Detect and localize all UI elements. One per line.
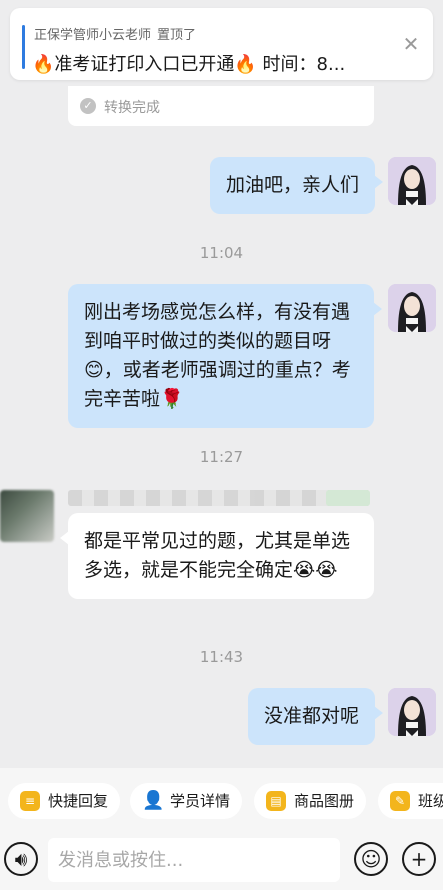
student-icon: 👤 <box>142 790 165 811</box>
message-bubble-incoming[interactable]: 都是平常见过的题，尤其是单选多选，就是不能完全确定😭😭 <box>60 513 374 599</box>
class-icon: ✎ <box>390 791 410 811</box>
check-icon: ✓ <box>80 98 96 114</box>
student-details-label: 学员详情 <box>170 792 231 810</box>
class-button[interactable]: ✎ 班级 <box>378 783 443 819</box>
student-avatar[interactable] <box>0 490 54 542</box>
quick-reply-button[interactable]: ≡ 快捷回复 <box>8 783 121 819</box>
quick-action-bar[interactable]: ≡ 快捷回复 👤 学员详情 ▤ 商品图册 ✎ 班级 <box>0 768 443 830</box>
sender-name-redacted <box>68 490 370 506</box>
student-details-button[interactable]: 👤 学员详情 <box>130 783 243 819</box>
teacher-avatar[interactable] <box>388 284 436 332</box>
timestamp: 11:04 <box>199 244 244 262</box>
quick-reply-label: 快捷回复 <box>48 792 109 810</box>
message-input[interactable] <box>48 838 340 882</box>
close-icon[interactable]: ✕ <box>401 34 421 54</box>
product-album-label: 商品图册 <box>294 792 355 810</box>
input-bar: 🔊︎ ☺ + <box>0 830 443 890</box>
class-label: 班级 <box>418 792 443 810</box>
message-bubble-outgoing[interactable]: 刚出考场感觉怎么样，有没有遇到咱平时做过的类似的题目呀😊，或者老师强调过的重点？… <box>68 284 382 428</box>
pinned-accent-bar <box>22 25 25 69</box>
message-bubble-outgoing[interactable]: 没准都对呢 <box>247 688 384 745</box>
pinned-status: 置顶了 <box>157 28 197 43</box>
quick-reply-icon: ≡ <box>20 791 40 811</box>
timestamp: 11:43 <box>199 648 244 666</box>
pinned-text: 🔥准考证打印入口已开通🔥 时间：8... <box>32 54 346 75</box>
pinned-notice[interactable]: 正保学管师小云老师 置顶了 🔥准考证打印入口已开通🔥 时间：8... ✕ <box>10 8 433 80</box>
pinned-author: 正保学管师小云老师 <box>34 28 152 43</box>
chat-area[interactable]: 正保学管师小云老师 置顶了 🔥准考证打印入口已开通🔥 时间：8... ✕ ✓ 转换… <box>0 0 443 768</box>
voice-icon[interactable]: 🔊︎ <box>4 842 38 876</box>
product-album-button[interactable]: ▤ 商品图册 <box>254 783 367 819</box>
wechat-tag <box>326 490 370 506</box>
teacher-avatar[interactable] <box>388 157 436 205</box>
timestamp: 11:27 <box>199 448 244 466</box>
convert-status: 转换完成 <box>104 100 160 116</box>
album-icon: ▤ <box>266 791 286 811</box>
converted-message-card[interactable]: ✓ 转换完成 <box>68 86 374 126</box>
message-bubble-outgoing[interactable]: 加油吧，亲人们 <box>209 157 384 214</box>
teacher-avatar[interactable] <box>388 688 436 736</box>
emoji-icon[interactable]: ☺ <box>354 842 388 876</box>
pinned-meta: 正保学管师小云老师 置顶了 <box>34 24 196 43</box>
plus-icon[interactable]: + <box>402 842 436 876</box>
